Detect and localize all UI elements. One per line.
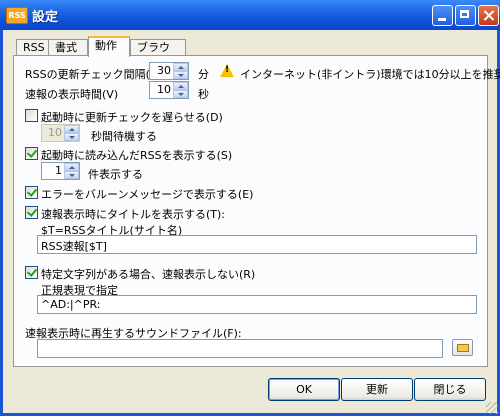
maximize-button[interactable]	[455, 5, 476, 26]
show-loaded-checkbox[interactable]	[25, 147, 38, 160]
notice-text: インターネット(非イントラ)環境では10分以上を推奨。	[240, 68, 500, 81]
error-balloon-label[interactable]: エラーをバルーンメッセージで表示する(E)	[41, 186, 253, 202]
check-interval-unit: 分	[198, 68, 209, 81]
spinner-arrows-icon[interactable]	[173, 63, 188, 79]
title-display-checkbox[interactable]	[25, 206, 38, 219]
error-balloon-checkbox[interactable]	[25, 186, 38, 199]
title-bar[interactable]: RSS 設定	[0, 0, 500, 30]
resize-grip[interactable]	[486, 402, 498, 414]
tab-behavior[interactable]: 動作	[88, 36, 130, 57]
title-format-input[interactable]: RSS速報[$T]	[37, 235, 477, 254]
tab-rss[interactable]: RSS	[16, 39, 49, 55]
show-count-spinner[interactable]: 1	[41, 162, 80, 180]
show-loaded-label[interactable]: 起動時に読み込んだRSSを表示する(S)	[41, 147, 232, 163]
show-count-label: 件表示する	[88, 168, 143, 181]
close-button[interactable]: 閉じる	[414, 378, 486, 401]
check-interval-value: 30	[157, 64, 171, 77]
spinner-arrows-icon	[64, 125, 79, 141]
close-window-button[interactable]	[478, 5, 499, 26]
display-time-value: 10	[157, 83, 171, 96]
tab-browser[interactable]: ブラウザ	[130, 39, 186, 69]
spinner-arrows-icon[interactable]	[64, 163, 79, 179]
rss-app-icon: RSS	[6, 7, 28, 24]
delay-seconds-label: 秒間待機する	[91, 130, 157, 143]
browse-folder-button[interactable]	[452, 339, 473, 356]
title-display-label[interactable]: 速報表示時にタイトルを表示する(T):	[41, 206, 225, 222]
display-time-spinner[interactable]: 10	[149, 81, 189, 99]
sound-file-input[interactable]	[37, 339, 443, 358]
ok-button[interactable]: OK	[268, 378, 340, 401]
folder-icon	[457, 344, 469, 352]
update-button[interactable]: 更新	[341, 378, 413, 401]
check-interval-spinner[interactable]: 30	[149, 62, 189, 80]
exclude-pattern-checkbox[interactable]	[25, 266, 38, 279]
delay-seconds-spinner: 10	[41, 124, 80, 142]
delay-check-label[interactable]: 起動時に更新チェックを遅らせる(D)	[41, 109, 223, 125]
minimize-button[interactable]	[432, 5, 453, 26]
display-time-label: 速報の表示時間(V)	[25, 88, 119, 101]
show-count-value: 1	[55, 164, 62, 177]
spinner-arrows-icon[interactable]	[173, 82, 188, 98]
tab-format[interactable]: 書式	[48, 39, 88, 55]
display-time-unit: 秒	[198, 88, 209, 101]
exclude-pattern-label[interactable]: 特定文字列がある場合、速報表示しない(R)	[41, 266, 255, 282]
check-interval-label: RSSの更新チェック間隔(C):	[25, 68, 166, 81]
window-title: 設定	[32, 10, 59, 25]
delay-check-checkbox[interactable]	[25, 109, 38, 122]
exclude-pattern-input[interactable]: ^AD:|^PR:	[37, 295, 477, 314]
delay-seconds-value: 10	[48, 126, 62, 139]
warning-icon	[220, 64, 234, 77]
